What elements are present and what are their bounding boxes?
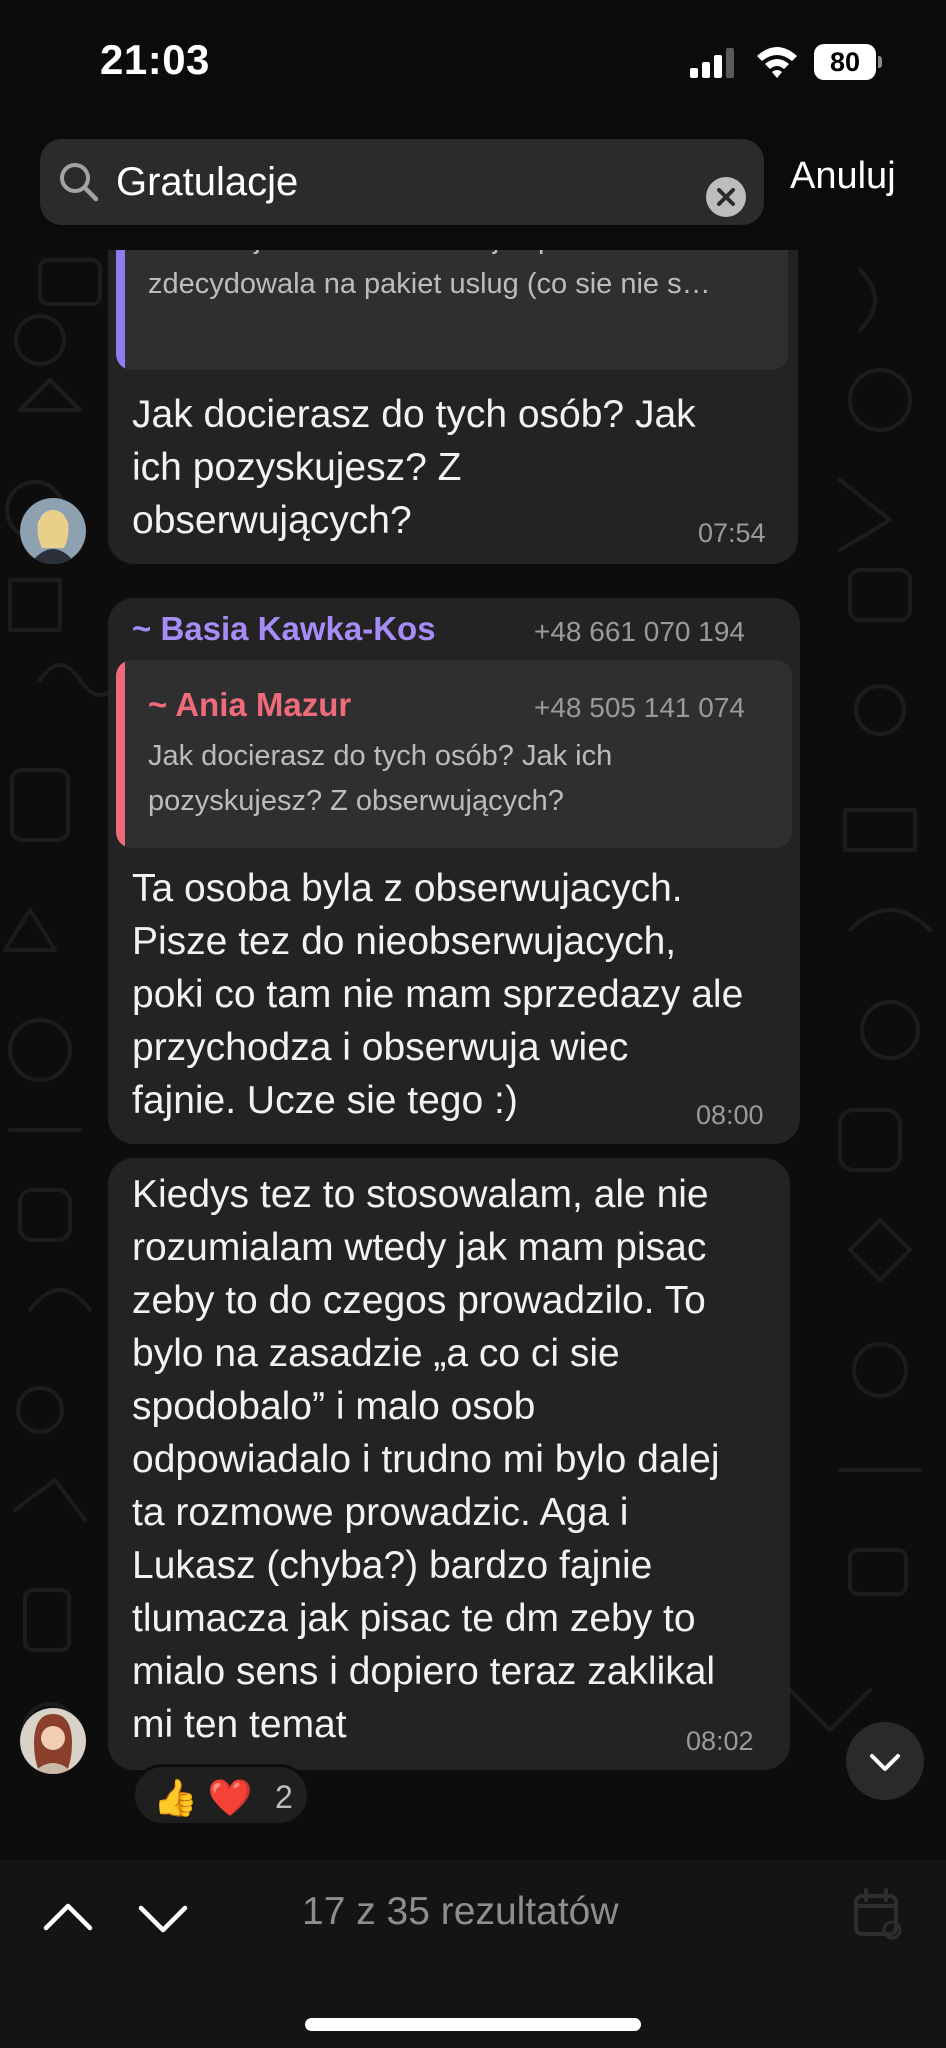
clear-icon bbox=[717, 188, 735, 206]
avatar-photo-icon bbox=[20, 498, 86, 564]
battery-level: 80 bbox=[829, 47, 861, 77]
battery-tip bbox=[878, 56, 882, 68]
quoted-sender-name: ~ Ania Mazur bbox=[148, 686, 352, 723]
search-results-bar: 17 z 35 rezultatów bbox=[0, 1860, 946, 2048]
calendar-icon[interactable] bbox=[850, 1886, 906, 1942]
home-indicator bbox=[305, 2018, 641, 2031]
message-bubble[interactable]: ~ Basia Kawka-Kos +48 661 070 194 ~ Ania… bbox=[108, 598, 800, 1144]
message-timestamp: 07:54 bbox=[698, 518, 766, 548]
avatar[interactable] bbox=[20, 498, 86, 564]
chevron-up-icon bbox=[43, 1903, 93, 1931]
message-text: Kiedys tez to stosowalam, ale nie rozumi… bbox=[132, 1173, 720, 1746]
wifi-icon bbox=[757, 47, 797, 78]
quoted-sender-phone: +48 505 141 074 bbox=[534, 692, 745, 723]
message-timestamp: 08:00 bbox=[696, 1100, 764, 1130]
battery-icon: 80 bbox=[814, 44, 882, 80]
sender-phone: +48 661 070 194 bbox=[534, 616, 745, 647]
chevron-down-icon bbox=[138, 1905, 188, 1933]
message-text: Jak docierasz do tych osób? Jak ich pozy… bbox=[132, 393, 696, 542]
message-timestamp: 08:02 bbox=[686, 1726, 754, 1756]
quoted-text: Jak docierasz do tych osób? Jak ich pozy… bbox=[148, 740, 613, 817]
quote-accent-bar bbox=[116, 660, 125, 848]
avatar-photo-icon bbox=[20, 1708, 86, 1774]
search-box[interactable] bbox=[40, 139, 764, 225]
quoted-message[interactable]: ~ Ania Mazur +48 505 141 074 Jak dociera… bbox=[116, 660, 792, 848]
message-bubble[interactable]: Kiedys tez to stosowalam, ale nie rozumi… bbox=[108, 1158, 790, 1770]
message-text: Ta osoba byla z obserwujacych. Pisze tez… bbox=[132, 867, 744, 1122]
chevron-down-icon bbox=[870, 1754, 900, 1771]
search-icon bbox=[60, 163, 99, 202]
message-bubble[interactable]: Kochani, zaczelam pisac do ludzi dm na i… bbox=[108, 200, 798, 564]
reaction-emojis: 👍 ❤️ bbox=[153, 1777, 253, 1818]
previous-result-button[interactable] bbox=[40, 1890, 96, 1951]
status-bar: 21:03 80 bbox=[0, 0, 946, 125]
next-result-button[interactable] bbox=[135, 1890, 191, 1951]
reaction-count: 2 bbox=[275, 1779, 293, 1815]
clock: 21:03 bbox=[100, 36, 210, 83]
reactions-pill[interactable]: 👍 ❤️ 2 bbox=[132, 1764, 310, 1826]
avatar[interactable] bbox=[20, 1708, 86, 1774]
results-count: 17 z 35 rezultatów bbox=[302, 1890, 619, 1933]
sender-name[interactable]: ~ Basia Kawka-Kos bbox=[132, 610, 436, 648]
cancel-button[interactable]: Anuluj bbox=[790, 155, 896, 198]
signal-icon bbox=[690, 48, 734, 78]
clear-search-button[interactable] bbox=[706, 177, 746, 217]
search-input[interactable] bbox=[116, 139, 676, 225]
scroll-down-button[interactable] bbox=[846, 1722, 924, 1800]
search-header: Anuluj bbox=[0, 125, 946, 250]
